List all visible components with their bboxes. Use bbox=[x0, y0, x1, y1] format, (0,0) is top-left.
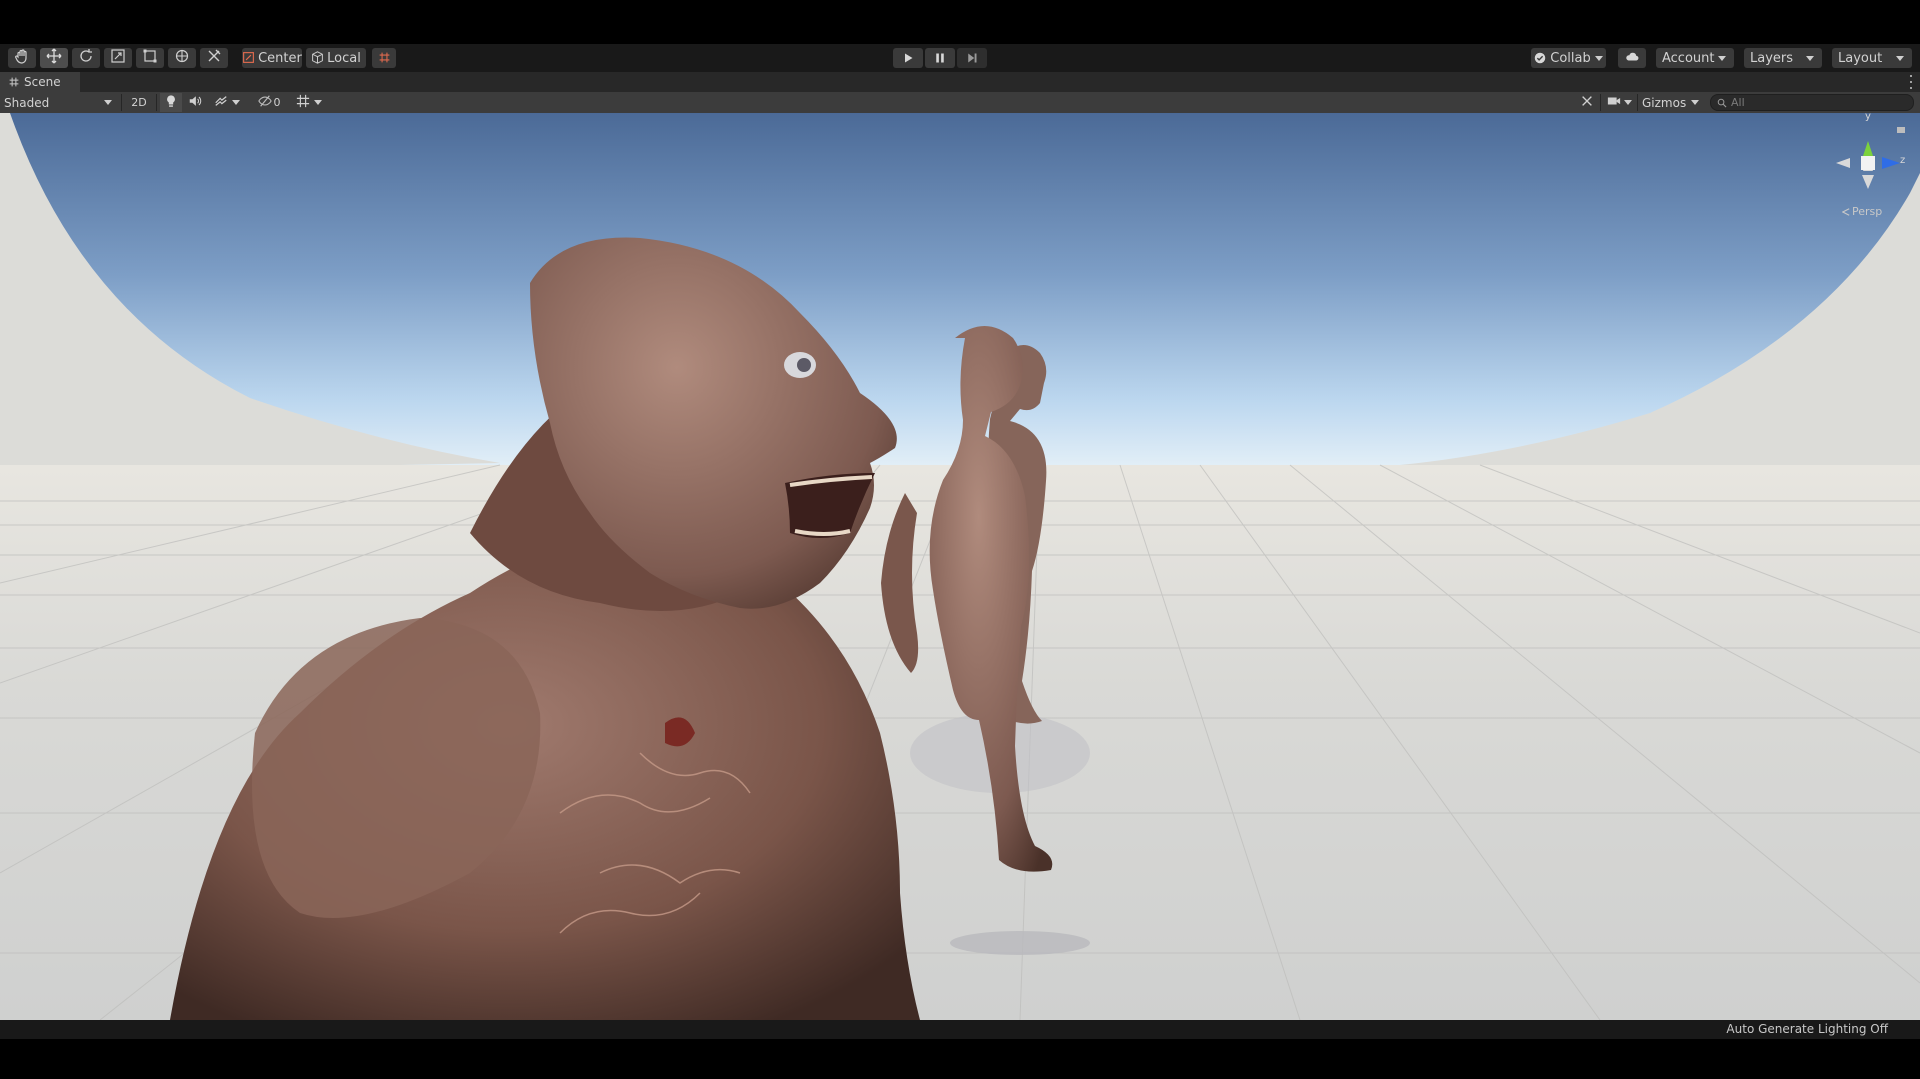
transform-tool-button[interactable] bbox=[168, 48, 196, 68]
custom-tool-button[interactable] bbox=[200, 48, 228, 68]
chevron-down-icon bbox=[1594, 55, 1603, 61]
chevron-down-icon bbox=[1806, 55, 1814, 61]
chevron-down-icon bbox=[1718, 55, 1726, 61]
pause-button[interactable] bbox=[925, 48, 955, 68]
layers-label: Layers bbox=[1750, 50, 1794, 66]
camera-dropdown[interactable] bbox=[1603, 93, 1635, 112]
scene-tools-button[interactable] bbox=[1576, 93, 1598, 112]
pivot-rotation-button[interactable]: Local bbox=[306, 48, 366, 68]
pivot-mode-label: Center bbox=[258, 50, 302, 66]
transform-icon bbox=[174, 48, 190, 68]
light-bulb-icon bbox=[164, 93, 178, 112]
rect-icon bbox=[142, 48, 158, 68]
gizmo-z-label: z bbox=[1900, 155, 1906, 166]
layers-dropdown[interactable]: Layers bbox=[1744, 48, 1822, 68]
speaker-icon bbox=[188, 93, 202, 112]
scene-toolbar: Shaded 2D 0 Gizmos All bbox=[0, 92, 1920, 114]
status-bar: Auto Generate Lighting Off bbox=[0, 1020, 1920, 1039]
lighting-toggle-button[interactable] bbox=[160, 93, 182, 112]
hidden-count: 0 bbox=[273, 96, 281, 109]
perspective-icon bbox=[1842, 207, 1850, 216]
tab-scene-label: Scene bbox=[24, 75, 61, 89]
scale-tool-button[interactable] bbox=[104, 48, 132, 68]
scene-search-input[interactable]: All bbox=[1710, 94, 1914, 111]
chevron-down-icon bbox=[1896, 55, 1904, 61]
effects-icon bbox=[214, 93, 228, 112]
projection-toggle[interactable]: Persp bbox=[1842, 205, 1882, 218]
divider bbox=[1637, 94, 1638, 111]
top-letterbox bbox=[0, 0, 1920, 44]
hand-tool-button[interactable] bbox=[8, 48, 36, 68]
eye-hidden-icon bbox=[257, 93, 272, 112]
main-toolbar: Center Local Collab Account Layers Layou… bbox=[0, 44, 1920, 72]
chevron-down-icon bbox=[1623, 100, 1632, 105]
gizmos-label: Gizmos bbox=[1642, 95, 1687, 110]
scale-icon bbox=[110, 48, 126, 68]
grid-icon bbox=[296, 93, 310, 112]
tools-icon bbox=[1580, 93, 1594, 112]
hand-icon bbox=[14, 48, 30, 68]
divider bbox=[1600, 94, 1601, 111]
play-button[interactable] bbox=[893, 48, 923, 68]
move-tool-button[interactable] bbox=[40, 48, 68, 68]
grid-visibility-dropdown[interactable] bbox=[290, 93, 328, 112]
audio-toggle-button[interactable] bbox=[184, 93, 206, 112]
rect-tool-button[interactable] bbox=[136, 48, 164, 68]
pivot-mode-button[interactable]: Center bbox=[242, 48, 302, 68]
collab-label: Collab bbox=[1550, 50, 1591, 66]
cube-icon bbox=[311, 49, 324, 68]
scene-render bbox=[0, 113, 1920, 1020]
chevron-down-icon bbox=[314, 100, 322, 105]
custom-tool-icon bbox=[206, 48, 222, 68]
gizmos-dropdown-arrow[interactable] bbox=[1688, 93, 1702, 112]
draw-mode-dropdown[interactable]: Shaded bbox=[0, 93, 120, 112]
cloud-icon bbox=[1625, 49, 1639, 68]
account-dropdown[interactable]: Account bbox=[1656, 48, 1734, 68]
rotate-icon bbox=[78, 48, 94, 68]
account-label: Account bbox=[1662, 50, 1715, 66]
play-icon bbox=[902, 49, 914, 68]
check-circle-icon bbox=[1534, 49, 1546, 68]
more-options-icon[interactable] bbox=[1908, 75, 1914, 89]
layout-label: Layout bbox=[1838, 50, 1883, 66]
chevron-down-icon bbox=[1691, 100, 1699, 105]
bottom-letterbox bbox=[0, 1039, 1920, 1079]
divider bbox=[156, 94, 157, 111]
2d-toggle-button[interactable]: 2D bbox=[126, 93, 152, 112]
lighting-status-text[interactable]: Auto Generate Lighting Off bbox=[1726, 1022, 1888, 1036]
tab-scene[interactable]: Scene bbox=[0, 72, 80, 92]
gizmo-y-label: y bbox=[1865, 113, 1871, 122]
pivot-rotation-label: Local bbox=[327, 50, 361, 66]
draw-mode-label: Shaded bbox=[4, 95, 50, 110]
search-icon bbox=[1717, 98, 1727, 108]
pause-icon bbox=[934, 49, 946, 68]
search-placeholder: All bbox=[1731, 96, 1745, 109]
effects-dropdown[interactable] bbox=[210, 93, 244, 112]
move-icon bbox=[46, 48, 62, 68]
scene-grid-icon bbox=[9, 77, 19, 87]
chevron-down-icon bbox=[232, 100, 240, 105]
step-icon bbox=[966, 49, 978, 68]
pivot-center-icon bbox=[242, 49, 255, 68]
grid-snap-icon bbox=[378, 49, 391, 68]
step-button[interactable] bbox=[957, 48, 987, 68]
divider bbox=[121, 94, 122, 111]
camera-icon bbox=[1607, 93, 1621, 112]
chevron-down-icon bbox=[104, 100, 112, 105]
projection-label: Persp bbox=[1852, 205, 1883, 218]
grid-snap-button[interactable] bbox=[372, 48, 396, 68]
layout-dropdown[interactable]: Layout bbox=[1832, 48, 1912, 68]
scene-visibility-toggle[interactable]: 0 bbox=[252, 93, 286, 112]
rotate-tool-button[interactable] bbox=[72, 48, 100, 68]
scene-viewport[interactable]: y z Persp bbox=[0, 113, 1920, 1020]
2d-label: 2D bbox=[131, 96, 147, 109]
cloud-button[interactable] bbox=[1618, 48, 1646, 68]
collab-dropdown[interactable]: Collab bbox=[1531, 48, 1606, 68]
gizmos-button[interactable]: Gizmos bbox=[1640, 93, 1686, 112]
scene-tab-row: Scene bbox=[0, 72, 1920, 92]
